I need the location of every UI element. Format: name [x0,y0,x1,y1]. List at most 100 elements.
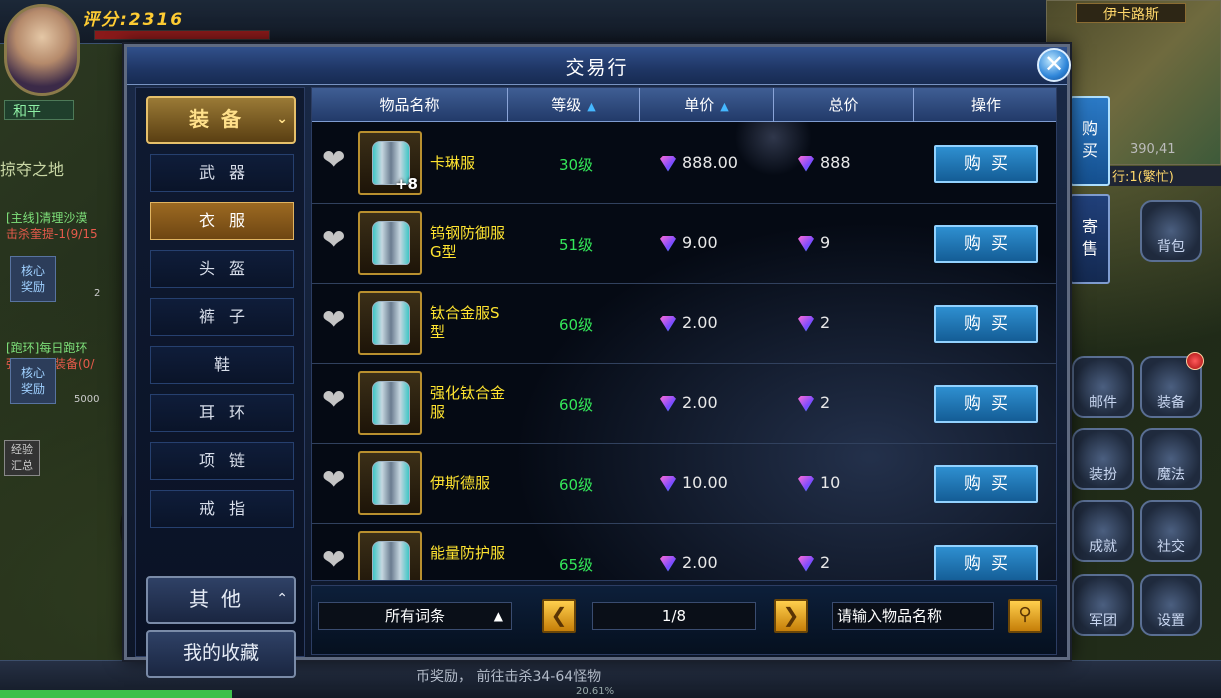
favorite-heart-icon[interactable]: ❤ [322,386,352,414]
table-row: ❤ 能量防护服 65级 2.00 2 购买 [312,524,1056,580]
buy-button[interactable]: 购买 [934,305,1038,343]
next-page-button[interactable]: ❯ [774,599,808,633]
dialog-title: 交易行 [565,57,629,79]
diamond-icon [660,155,676,172]
column-header-price[interactable]: 单价 ▲ [640,88,774,122]
unit-price: 9.00 [660,233,718,252]
legion-button[interactable]: 军团 [1072,574,1134,636]
diamond-icon [798,235,814,252]
table-header: 物品名称 等级 ▲ 单价 ▲ 总价 操作 [312,88,1056,122]
armor-icon [372,301,410,345]
core-reward-tile[interactable]: 核心 奖励 [10,256,56,302]
favorite-heart-icon[interactable]: ❤ [322,306,352,334]
mail-label: 邮件 [1089,395,1117,411]
category-shoes[interactable]: 鞋 [150,346,294,384]
favorite-heart-icon[interactable]: ❤ [322,466,352,494]
buy-button[interactable]: 购买 [934,225,1038,263]
mail-button[interactable]: 邮件 [1072,356,1134,418]
close-button[interactable]: ✕ [1037,48,1071,82]
search-input[interactable]: 请输入物品名称 [832,602,994,630]
item-name: 伊斯德服 [430,474,491,492]
item-icon[interactable] [358,371,422,435]
category-earring[interactable]: 耳环 [150,394,294,432]
unit-price-value: 2.00 [682,553,718,572]
favorite-heart-icon[interactable]: ❤ [322,226,352,254]
quest-progress: 击杀奎提-1(9/15 [6,227,98,241]
pk-mode-button[interactable]: 和平 [4,100,74,120]
item-icon[interactable] [358,291,422,355]
settings-button[interactable]: 设置 [1140,574,1202,636]
column-header-level[interactable]: 等级 ▲ [508,88,640,122]
player-avatar[interactable] [4,4,80,96]
item-level: 60级 [558,316,594,334]
column-header-total: 总价 [774,88,914,122]
column-header-name: 物品名称 [312,88,508,122]
category-other-dropdown[interactable]: 其他 ⌃ [146,576,296,624]
category-equipment-dropdown[interactable]: 装备 ⌄ [146,96,296,144]
diamond-icon [660,395,676,412]
prev-page-button[interactable]: ❮ [542,599,576,633]
buy-button[interactable]: 购买 [934,545,1038,580]
unit-price-value: 888.00 [682,153,738,172]
item-level: 65级 [558,556,594,574]
diamond-icon [798,155,814,172]
category-ring[interactable]: 戒指 [150,490,294,528]
category-weapon[interactable]: 武器 [150,154,294,192]
item-icon[interactable] [358,211,422,275]
magic-button[interactable]: 魔法 [1140,428,1202,490]
achievement-label: 成就 [1089,539,1117,555]
unit-price: 10.00 [660,473,728,492]
diamond-icon [798,395,814,412]
exp-bar-fill [0,690,232,698]
chevron-right-icon: ❯ [782,603,800,627]
affix-filter-select[interactable]: 所有词条 ▲ [318,602,512,630]
table-row: ❤ 伊斯德服 60级 10.00 10 购买 [312,444,1056,524]
total-price: 9 [798,233,830,252]
unit-price: 2.00 [660,313,718,332]
favorite-heart-icon[interactable]: ❤ [322,146,352,174]
diamond-icon [660,315,676,332]
diamond-icon [798,475,814,492]
diamond-icon [660,475,676,492]
total-price: 2 [798,553,830,572]
enhance-level-badge: +8 [394,175,418,193]
buy-button[interactable]: 购买 [934,465,1038,503]
search-button[interactable]: ⚲ [1008,599,1042,633]
my-favorites-button[interactable]: 我的收藏 [146,630,296,678]
column-label: 操作 [970,96,1001,114]
exp-summary-button[interactable]: 经验 汇总 [4,440,40,476]
item-icon[interactable]: +8 [358,131,422,195]
category-helmet[interactable]: 头盔 [150,250,294,288]
column-label: 单价 [684,96,715,114]
total-price: 2 [798,313,830,332]
item-icon[interactable] [358,451,422,515]
social-label: 社交 [1157,539,1185,555]
item-icon[interactable] [358,531,422,580]
unit-price-value: 10.00 [682,473,728,492]
search-icon: ⚲ [1018,604,1032,625]
category-pants[interactable]: 裤子 [150,298,294,336]
favorite-heart-icon[interactable]: ❤ [322,546,352,574]
social-button[interactable]: 社交 [1140,500,1202,562]
score-display: 评分:2316 [82,10,185,30]
buy-button[interactable]: 购买 [934,145,1038,183]
bag-button[interactable]: 背包 [1140,200,1202,262]
magic-label: 魔法 [1157,467,1185,483]
category-clothes[interactable]: 衣服 [150,202,294,240]
buy-button[interactable]: 购买 [934,385,1038,423]
equipment-label: 装备 [1157,395,1185,411]
chevron-left-icon: ❮ [550,603,568,627]
item-level: 60级 [558,396,594,414]
bag-label: 背包 [1157,239,1185,255]
column-label: 等级 [551,96,582,114]
armor-icon [372,221,410,265]
outfit-button[interactable]: 装扮 [1072,428,1134,490]
core-reward-tile[interactable]: 核心 奖励 [10,358,56,404]
column-header-action: 操作 [914,88,1056,122]
tab-sell[interactable]: 寄 售 [1070,194,1110,284]
tab-buy[interactable]: 购 买 [1070,96,1110,186]
category-panel: 装备 ⌄ 武器 衣服 头盔 裤子 鞋 耳环 项链 戒指 其他 ⌃ 我的收藏 [135,87,305,678]
server-line[interactable]: 行:1(繁忙) [1106,166,1221,186]
achievement-button[interactable]: 成就 [1072,500,1134,562]
category-necklace[interactable]: 项链 [150,442,294,480]
